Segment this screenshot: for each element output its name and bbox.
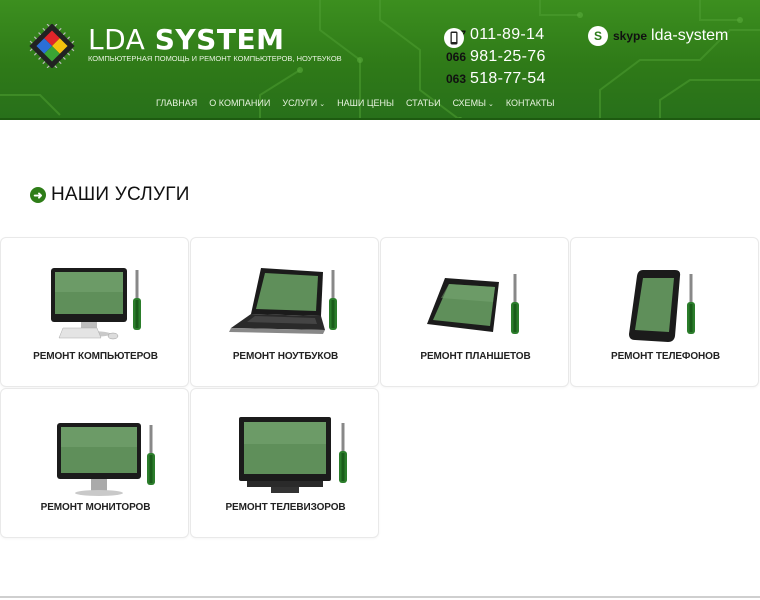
tablet-icon <box>427 274 519 334</box>
phone-number[interactable]: 518-77-54 <box>470 70 546 88</box>
mobile-phone-icon <box>444 28 464 48</box>
service-label: РЕМОНТ ТЕЛЕФОНОВ <box>611 351 720 362</box>
skype-label: skype <box>613 29 648 43</box>
laptop-icon <box>229 268 337 334</box>
monitor-icon <box>57 423 155 496</box>
service-card-tvs[interactable]: РЕМОНТ ТЕЛЕВИЗОРОВ <box>190 388 379 538</box>
main-nav: ГЛАВНАЯ О КОМПАНИИ УСЛУГИ ⌄ НАШИ ЦЕНЫ СТА… <box>150 98 560 108</box>
footer-divider <box>0 596 760 598</box>
smartphone-icon <box>629 270 695 342</box>
service-label: РЕМОНТ НОУТБУКОВ <box>232 351 339 362</box>
phone-list: 097 011-89-14 066 981-25-76 063 518-77-5… <box>444 26 546 92</box>
phone-operator: 066 <box>445 50 466 64</box>
nav-item-prices[interactable]: НАШИ ЦЕНЫ <box>331 98 400 108</box>
service-label: РЕМОНТ ПЛАНШЕТОВ <box>420 351 531 362</box>
service-label: РЕМОНТ МОНИТОРОВ <box>40 502 151 513</box>
service-label: РЕМОНТ КОМПЬЮТЕРОВ <box>33 351 158 362</box>
section-title: НАШИ УСЛУГИ <box>51 184 190 205</box>
phone-number[interactable]: 011-89-14 <box>470 26 544 44</box>
site-logo[interactable]: LDA SYSTEM КОМПЬЮТЕРНАЯ ПОМОЩЬ И РЕМОНТ … <box>24 24 342 68</box>
phone-row[interactable]: 066 981-25-76 <box>444 48 546 70</box>
tv-icon <box>239 417 347 493</box>
nav-item-services[interactable]: УСЛУГИ ⌄ <box>276 98 331 108</box>
section-heading: ➜ НАШИ УСЛУГИ <box>30 184 190 206</box>
nav-item-articles[interactable]: СТАТЬИ <box>400 98 447 108</box>
skype-icon: S <box>588 26 608 46</box>
service-card-phones[interactable]: РЕМОНТ ТЕЛЕФОНОВ <box>570 237 759 387</box>
phone-number[interactable]: 981-25-76 <box>470 48 546 66</box>
service-label: РЕМОНТ ТЕЛЕВИЗОРОВ <box>225 502 346 513</box>
service-card-laptops[interactable]: РЕМОНТ НОУТБУКОВ <box>190 237 379 387</box>
brand-tagline: КОМПЬЮТЕРНАЯ ПОМОЩЬ И РЕМОНТ КОМПЬЮТЕРОВ… <box>88 54 342 63</box>
phone-operator: 063 <box>445 72 466 86</box>
phone-row[interactable]: 063 518-77-54 <box>444 70 546 92</box>
site-header: LDA SYSTEM КОМПЬЮТЕРНАЯ ПОМОЩЬ И РЕМОНТ … <box>0 0 760 120</box>
arrow-circle-icon: ➜ <box>30 187 46 203</box>
service-card-tablets[interactable]: РЕМОНТ ПЛАНШЕТОВ <box>380 237 569 387</box>
chevron-down-icon: ⌄ <box>488 101 494 108</box>
service-card-computers[interactable]: РЕМОНТ КОМПЬЮТЕРОВ <box>0 237 189 387</box>
nav-item-schemes[interactable]: СХЕМЫ ⌄ <box>447 98 500 108</box>
brand-name: LDA SYSTEM <box>88 23 285 56</box>
skype-name[interactable]: lda-system <box>651 27 728 45</box>
chip-logo-icon <box>29 24 75 68</box>
nav-item-about[interactable]: О КОМПАНИИ <box>203 98 276 108</box>
skype-contact[interactable]: S skype lda-system <box>588 26 728 46</box>
service-card-monitors[interactable]: РЕМОНТ МОНИТОРОВ <box>0 388 189 538</box>
nav-item-contacts[interactable]: КОНТАКТЫ <box>500 98 561 108</box>
nav-item-home[interactable]: ГЛАВНАЯ <box>150 98 203 108</box>
chevron-down-icon: ⌄ <box>319 101 326 108</box>
desktop-computer-icon <box>51 268 141 340</box>
